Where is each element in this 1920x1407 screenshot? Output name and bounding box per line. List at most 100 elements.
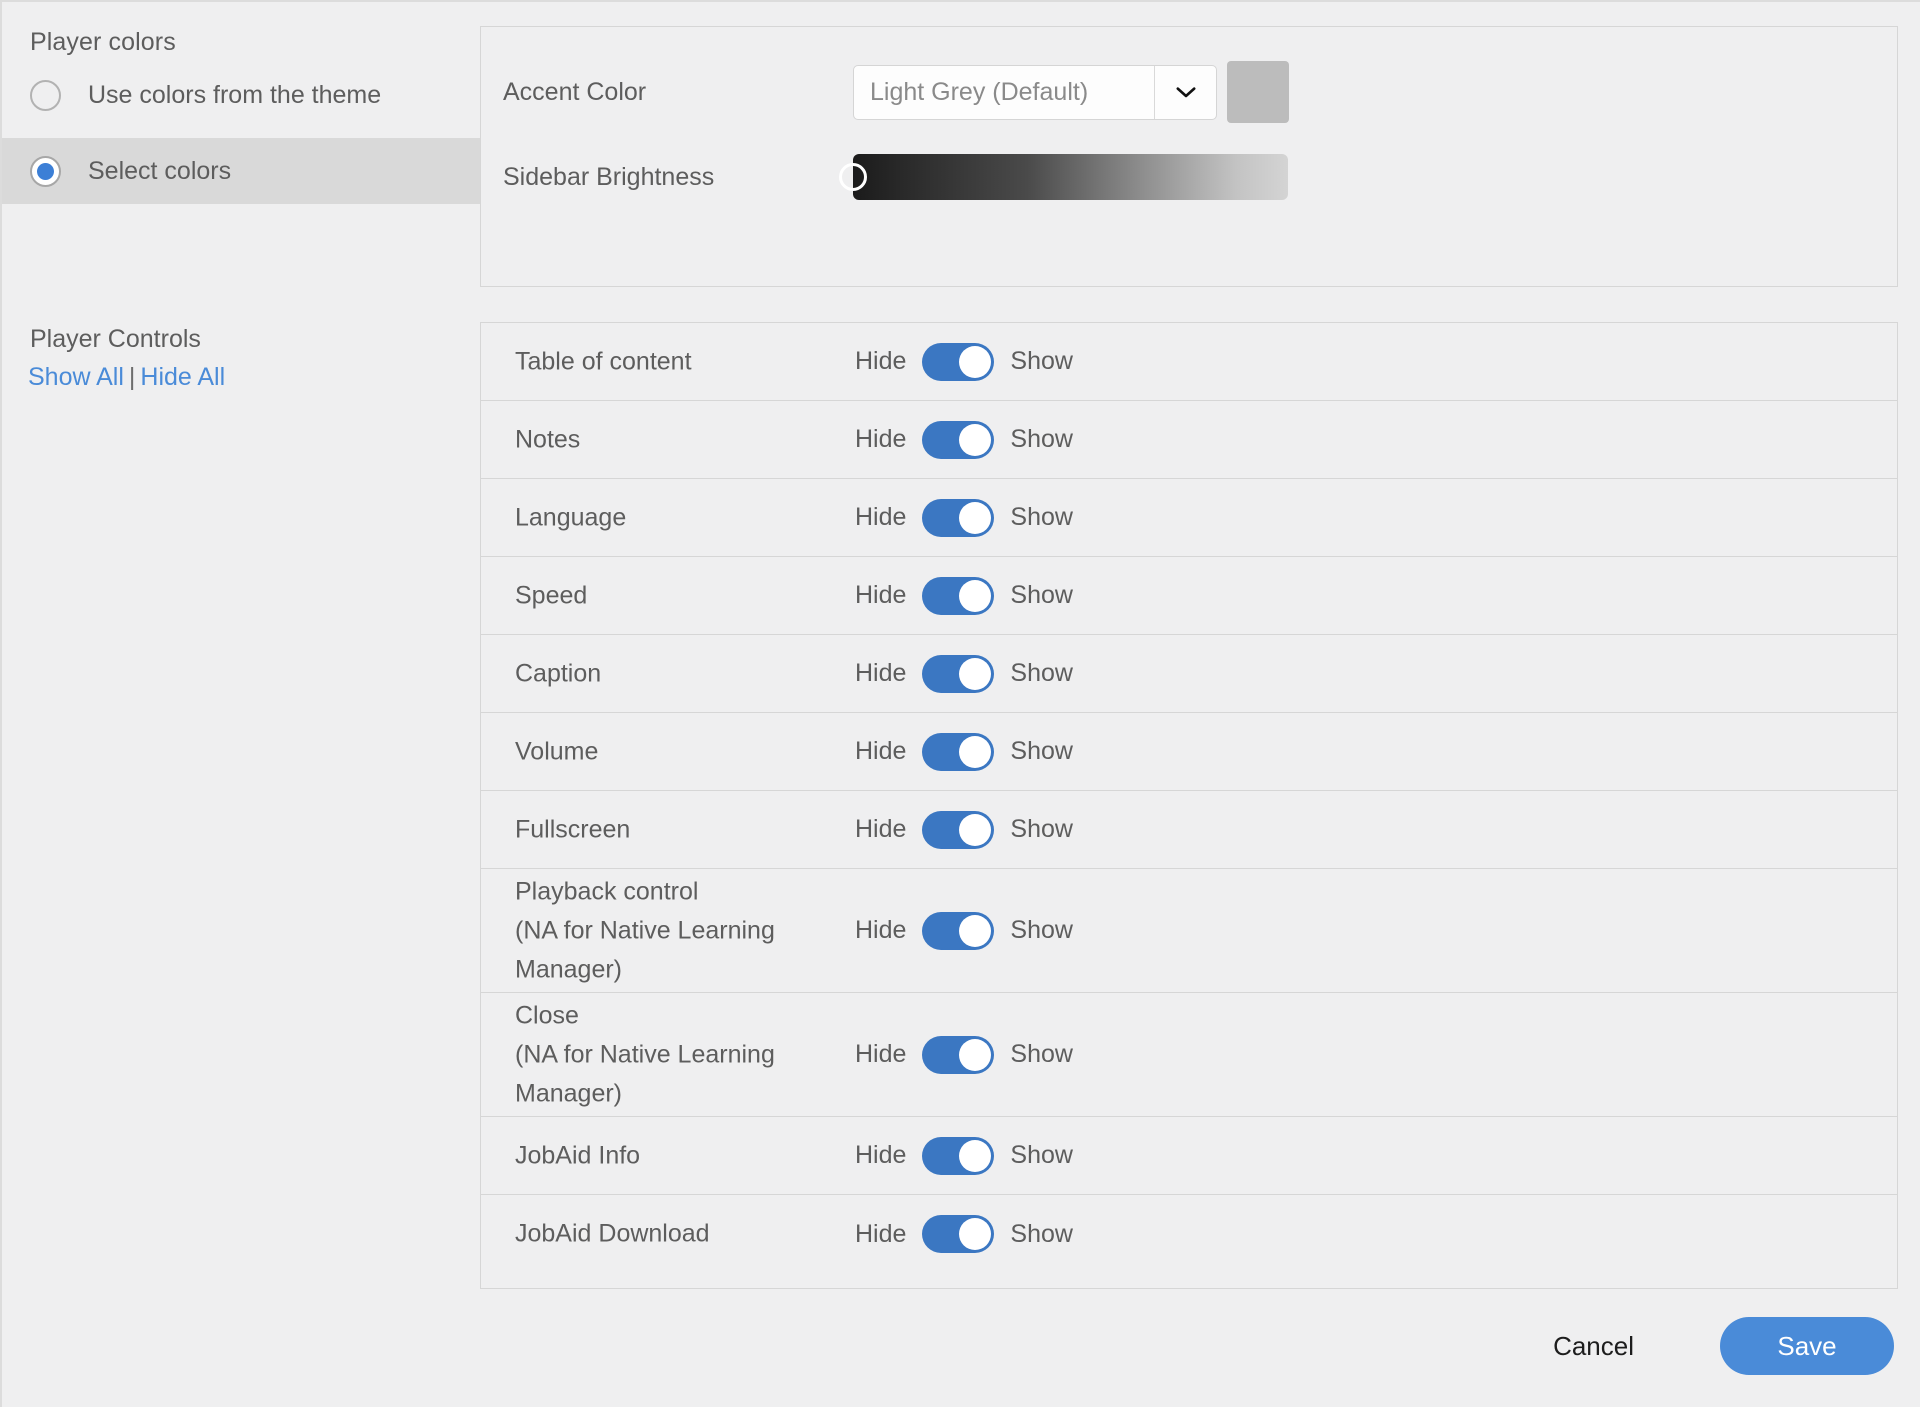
player-control-toggle-group: Hide Show bbox=[855, 1215, 1073, 1253]
player-control-toggle-group: Hide Show bbox=[855, 732, 1073, 771]
toggle-knob bbox=[959, 579, 992, 612]
toggle-knob bbox=[959, 1218, 992, 1250]
player-control-label: Table of content bbox=[515, 347, 692, 375]
player-control-row: Table of content Hide Show bbox=[481, 323, 1897, 401]
player-control-toggle[interactable] bbox=[922, 1215, 995, 1253]
toggle-show-label: Show bbox=[1010, 815, 1073, 843]
toggle-knob bbox=[959, 657, 992, 690]
toggle-knob bbox=[959, 914, 992, 947]
player-control-label: JobAid Download bbox=[515, 1219, 710, 1248]
settings-page: Player colors Use colors from the theme … bbox=[0, 0, 1920, 1407]
toggle-hide-label: Hide bbox=[855, 1040, 907, 1068]
player-control-toggle-group: Hide Show bbox=[855, 420, 1073, 459]
chevron-down-icon bbox=[1176, 86, 1195, 97]
toggle-show-label: Show bbox=[1010, 737, 1073, 765]
player-control-toggle[interactable] bbox=[922, 576, 995, 615]
player-control-row: Volume Hide Show bbox=[481, 713, 1897, 791]
toggle-show-label: Show bbox=[1010, 1141, 1073, 1169]
player-control-toggle[interactable] bbox=[922, 654, 995, 693]
player-control-row: Notes Hide Show bbox=[481, 401, 1897, 479]
accent-color-select[interactable]: Light Grey (Default) bbox=[853, 64, 1217, 120]
footer-actions: Cancel Save bbox=[1533, 1317, 1894, 1375]
player-control-toggle[interactable] bbox=[922, 420, 995, 459]
toggle-show-label: Show bbox=[1010, 1219, 1073, 1248]
player-control-row: Fullscreen Hide Show bbox=[481, 791, 1897, 869]
sidebar-brightness-label: Sidebar Brightness bbox=[503, 162, 715, 191]
player-colors-panel: Accent Color Light Grey (Default) Sideba… bbox=[480, 26, 1898, 287]
toggle-knob bbox=[959, 735, 992, 768]
save-button[interactable]: Save bbox=[1720, 1317, 1894, 1375]
sidebar-brightness-row: Sidebar Brightness bbox=[503, 154, 1288, 200]
sidebar-brightness-slider[interactable] bbox=[839, 154, 1288, 200]
player-controls-links: Show All | Hide All bbox=[28, 363, 225, 392]
toggle-hide-label: Hide bbox=[855, 737, 907, 765]
player-control-row: Speed Hide Show bbox=[481, 557, 1897, 635]
player-controls-panel: Table of content Hide Show Notes Hide Show Lan… bbox=[480, 322, 1898, 1289]
toggle-hide-label: Hide bbox=[855, 1219, 907, 1248]
player-control-toggle-group: Hide Show bbox=[855, 342, 1073, 381]
player-control-toggle-group: Hide Show bbox=[855, 654, 1073, 693]
player-control-toggle-group: Hide Show bbox=[855, 1136, 1073, 1175]
player-control-row: Caption Hide Show bbox=[481, 635, 1897, 713]
radio-icon-selected[interactable] bbox=[30, 155, 61, 187]
toggle-hide-label: Hide bbox=[855, 1141, 907, 1169]
player-control-toggle[interactable] bbox=[922, 1136, 995, 1175]
player-control-label: Notes bbox=[515, 425, 581, 453]
cancel-button[interactable]: Cancel bbox=[1533, 1321, 1654, 1372]
player-control-label: JobAid Info bbox=[515, 1141, 641, 1169]
player-control-toggle[interactable] bbox=[922, 810, 995, 849]
player-control-label: Playback control (NA for Native Learning… bbox=[515, 877, 775, 983]
toggle-show-label: Show bbox=[1010, 916, 1073, 944]
show-all-link[interactable]: Show All bbox=[28, 363, 124, 391]
player-control-toggle-group: Hide Show bbox=[855, 810, 1073, 849]
toggle-knob bbox=[959, 1139, 992, 1172]
accent-color-swatch[interactable] bbox=[1227, 61, 1289, 123]
radio-label-use-theme-colors: Use colors from the theme bbox=[88, 80, 382, 109]
player-control-toggle-group: Hide Show bbox=[855, 911, 1073, 950]
accent-color-dropdown-arrow[interactable] bbox=[1154, 65, 1216, 119]
toggle-show-label: Show bbox=[1010, 581, 1073, 609]
toggle-hide-label: Hide bbox=[855, 425, 907, 453]
accent-color-row: Accent Color Light Grey (Default) bbox=[503, 61, 1289, 123]
player-control-toggle[interactable] bbox=[922, 911, 995, 950]
toggle-knob bbox=[959, 813, 992, 846]
player-control-row: Playback control (NA for Native Learning… bbox=[481, 869, 1897, 993]
toggle-hide-label: Hide bbox=[855, 581, 907, 609]
player-control-row: Language Hide Show bbox=[481, 479, 1897, 557]
accent-color-value: Light Grey (Default) bbox=[870, 77, 1089, 106]
links-separator: | bbox=[128, 363, 136, 391]
player-control-toggle[interactable] bbox=[922, 1035, 995, 1074]
player-colors-title: Player colors bbox=[30, 28, 176, 56]
player-control-label: Caption bbox=[515, 659, 602, 687]
player-control-toggle[interactable] bbox=[922, 498, 995, 537]
radio-option-use-theme-colors[interactable]: Use colors from the theme bbox=[2, 62, 480, 128]
player-control-row: Close (NA for Native Learning Manager) Hi… bbox=[481, 993, 1897, 1117]
radio-inner-dot bbox=[37, 162, 54, 180]
radio-icon-unselected[interactable] bbox=[30, 79, 61, 111]
toggle-knob bbox=[959, 345, 992, 378]
player-control-toggle-group: Hide Show bbox=[855, 1035, 1073, 1074]
player-control-toggle-group: Hide Show bbox=[855, 576, 1073, 615]
toggle-hide-label: Hide bbox=[855, 916, 907, 944]
player-control-toggle[interactable] bbox=[922, 732, 995, 771]
toggle-knob bbox=[959, 1038, 992, 1071]
player-control-row: JobAid Info Hide Show bbox=[481, 1117, 1897, 1195]
player-controls-title: Player Controls bbox=[30, 325, 201, 353]
player-control-row: JobAid Download Hide Show bbox=[481, 1195, 1897, 1273]
hide-all-link[interactable]: Hide All bbox=[140, 363, 225, 391]
radio-option-select-colors[interactable]: Select colors bbox=[2, 138, 480, 204]
player-control-toggle[interactable] bbox=[922, 342, 995, 381]
toggle-hide-label: Hide bbox=[855, 347, 907, 375]
toggle-show-label: Show bbox=[1010, 347, 1073, 375]
radio-label-select-colors: Select colors bbox=[88, 156, 232, 185]
player-control-label: Language bbox=[515, 503, 627, 531]
toggle-hide-label: Hide bbox=[855, 659, 907, 687]
toggle-show-label: Show bbox=[1010, 503, 1073, 531]
player-control-toggle-group: Hide Show bbox=[855, 498, 1073, 537]
sidebar-brightness-slider-handle[interactable] bbox=[839, 163, 867, 191]
player-control-label: Close (NA for Native Learning Manager) bbox=[515, 1001, 775, 1107]
toggle-hide-label: Hide bbox=[855, 503, 907, 531]
toggle-show-label: Show bbox=[1010, 1040, 1073, 1068]
toggle-show-label: Show bbox=[1010, 425, 1073, 453]
player-control-label: Fullscreen bbox=[515, 815, 631, 843]
